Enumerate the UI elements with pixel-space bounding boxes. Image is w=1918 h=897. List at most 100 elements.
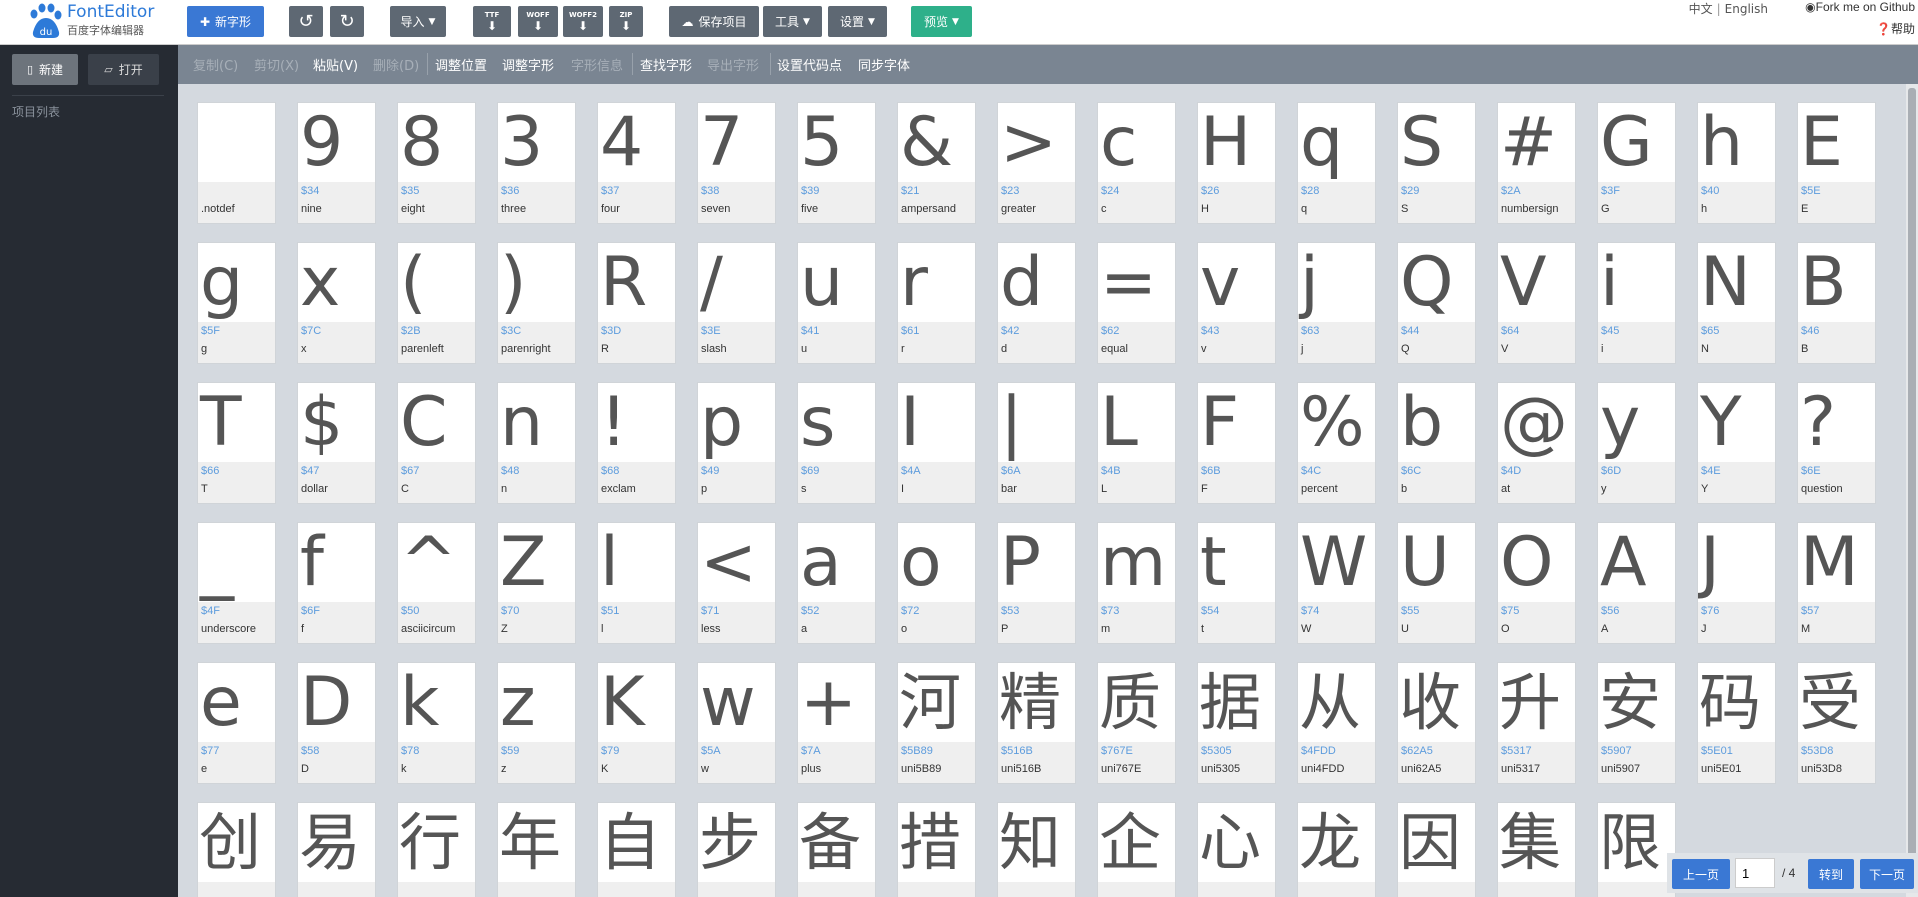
glyph-cell[interactable]: R $3D R	[597, 242, 676, 364]
scrollbar-thumb[interactable]	[1908, 88, 1916, 888]
glyph-cell[interactable]: n $48 n	[497, 382, 576, 504]
glyph-cell[interactable]: c $24 c	[1097, 102, 1176, 224]
cut-command[interactable]: 剪切(X)	[254, 55, 299, 74]
glyph-cell[interactable]: E $5E E	[1797, 102, 1876, 224]
glyph-cell[interactable]: 质 $767E uni767E	[1097, 662, 1176, 784]
save-project-button[interactable]: ☁ 保存项目	[669, 6, 759, 37]
glyph-cell[interactable]: I $4A I	[897, 382, 976, 504]
glyph-cell[interactable]: # $2A numbersign	[1497, 102, 1576, 224]
github-link[interactable]: ◉Fork me on Github	[1805, 0, 1915, 14]
glyph-cell[interactable]: z $59 z	[497, 662, 576, 784]
glyph-cell[interactable]: 9 $34 nine	[297, 102, 376, 224]
new-project-button[interactable]: ▯ 新建	[12, 54, 78, 85]
adjust-glyph-command[interactable]: 调整字形	[502, 55, 554, 74]
glyph-cell[interactable]: k $78 k	[397, 662, 476, 784]
glyph-cell[interactable]: 据 $5305 uni5305	[1197, 662, 1276, 784]
glyph-cell[interactable]: A $56 A	[1597, 522, 1676, 644]
glyph-cell[interactable]: 企	[1097, 802, 1176, 897]
glyph-cell[interactable]: 心	[1197, 802, 1276, 897]
glyph-cell[interactable]: 易	[297, 802, 376, 897]
adjust-position-command[interactable]: 调整位置	[435, 55, 487, 74]
glyph-cell[interactable]: 集	[1497, 802, 1576, 897]
glyph-cell[interactable]: x $7C x	[297, 242, 376, 364]
glyph-cell[interactable]: e $77 e	[197, 662, 276, 784]
import-dropdown[interactable]: 导入 ▼	[390, 6, 446, 37]
new-glyph-button[interactable]: ✚ 新字形	[187, 6, 264, 37]
glyph-cell[interactable]: b $6C b	[1397, 382, 1476, 504]
glyph-cell[interactable]: y $6D y	[1597, 382, 1676, 504]
glyph-cell[interactable]: w $5A w	[697, 662, 776, 784]
glyph-cell[interactable]: Q $44 Q	[1397, 242, 1476, 364]
glyph-cell[interactable]: m $73 m	[1097, 522, 1176, 644]
glyph-cell[interactable]: .notdef	[197, 102, 276, 224]
tools-dropdown[interactable]: 工具 ▼	[763, 6, 822, 37]
copy-command[interactable]: 复制(C)	[193, 55, 238, 74]
glyph-cell[interactable]: h $40 h	[1697, 102, 1776, 224]
glyph-cell[interactable]: = $62 equal	[1097, 242, 1176, 364]
glyph-cell[interactable]: > $23 greater	[997, 102, 1076, 224]
glyph-cell[interactable]: @ $4D at	[1497, 382, 1576, 504]
glyph-cell[interactable]: 升 $5317 uni5317	[1497, 662, 1576, 784]
glyph-cell[interactable]: g $5F g	[197, 242, 276, 364]
preview-dropdown[interactable]: 预览 ▼	[911, 6, 972, 37]
prev-page-button[interactable]: 上一页	[1672, 859, 1730, 889]
glyph-cell[interactable]: d $42 d	[997, 242, 1076, 364]
glyph-cell[interactable]: F $6B F	[1197, 382, 1276, 504]
lang-chinese-link[interactable]: 中文	[1689, 2, 1713, 16]
glyph-cell[interactable]: ? $6E question	[1797, 382, 1876, 504]
glyph-info-command[interactable]: 字形信息	[571, 55, 623, 74]
glyph-cell[interactable]: U $55 U	[1397, 522, 1476, 644]
glyph-cell[interactable]: G $3F G	[1597, 102, 1676, 224]
glyph-cell[interactable]: 自	[597, 802, 676, 897]
glyph-cell[interactable]: W $74 W	[1297, 522, 1376, 644]
lang-english-link[interactable]: English	[1725, 2, 1768, 16]
glyph-cell[interactable]: 7 $38 seven	[697, 102, 776, 224]
paste-command[interactable]: 粘贴(V)	[313, 55, 358, 74]
glyph-cell[interactable]: ^ $50 asciicircum	[397, 522, 476, 644]
glyph-cell[interactable]: + $7A plus	[797, 662, 876, 784]
redo-button[interactable]: ↻	[330, 6, 364, 37]
glyph-cell[interactable]: r $61 r	[897, 242, 976, 364]
glyph-cell[interactable]: P $53 P	[997, 522, 1076, 644]
glyph-cell[interactable]: 5 $39 five	[797, 102, 876, 224]
open-project-button[interactable]: ▱ 打开	[88, 54, 159, 85]
glyph-cell[interactable]: V $64 V	[1497, 242, 1576, 364]
glyph-cell[interactable]: ) $3C parenright	[497, 242, 576, 364]
glyph-cell[interactable]: t $54 t	[1197, 522, 1276, 644]
page-number-input[interactable]	[1735, 858, 1775, 888]
glyph-cell[interactable]: M $57 M	[1797, 522, 1876, 644]
glyph-cell[interactable]: ($2B parenleft	[397, 242, 476, 364]
glyph-cell[interactable]: Y $4E Y	[1697, 382, 1776, 504]
glyph-cell[interactable]: 4 $37 four	[597, 102, 676, 224]
glyph-cell[interactable]: % $4C percent	[1297, 382, 1376, 504]
glyph-cell[interactable]: Z $70 Z	[497, 522, 576, 644]
delete-command[interactable]: 删除(D)	[373, 55, 419, 74]
glyph-cell[interactable]: H $26 H	[1197, 102, 1276, 224]
glyph-cell[interactable]: 限	[1597, 802, 1676, 897]
glyph-cell[interactable]: 河 $5B89 uni5B89	[897, 662, 976, 784]
glyph-cell[interactable]: p $49 p	[697, 382, 776, 504]
glyph-cell[interactable]: 从 $4FDD uni4FDD	[1297, 662, 1376, 784]
glyph-cell[interactable]: 码 $5E01 uni5E01	[1697, 662, 1776, 784]
glyph-cell[interactable]: 措	[897, 802, 976, 897]
glyph-cell[interactable]: o $72 o	[897, 522, 976, 644]
glyph-cell[interactable]: 收 $62A5 uni62A5	[1397, 662, 1476, 784]
glyph-cell[interactable]: J $76 J	[1697, 522, 1776, 644]
export-ttf-button[interactable]: TTF ⬇	[473, 6, 511, 37]
glyph-cell[interactable]: i $45 i	[1597, 242, 1676, 364]
glyph-cell[interactable]: l $51 l	[597, 522, 676, 644]
glyph-cell[interactable]: j $63 j	[1297, 242, 1376, 364]
glyph-cell[interactable]: / $3E slash	[697, 242, 776, 364]
glyph-cell[interactable]: | $6A bar	[997, 382, 1076, 504]
glyph-cell[interactable]: < $71 less	[697, 522, 776, 644]
settings-dropdown[interactable]: 设置 ▼	[828, 6, 887, 37]
glyph-cell[interactable]: 因	[1397, 802, 1476, 897]
sync-font-command[interactable]: 同步字体	[858, 55, 910, 74]
glyph-cell[interactable]: & $21 ampersand	[897, 102, 976, 224]
glyph-cell[interactable]: L $4B L	[1097, 382, 1176, 504]
export-glyph-command[interactable]: 导出字形	[707, 55, 759, 74]
glyph-cell[interactable]: 3 $36 three	[497, 102, 576, 224]
glyph-cell[interactable]: 龙	[1297, 802, 1376, 897]
set-codepoint-command[interactable]: 设置代码点	[777, 55, 842, 74]
glyph-cell[interactable]: 步	[697, 802, 776, 897]
